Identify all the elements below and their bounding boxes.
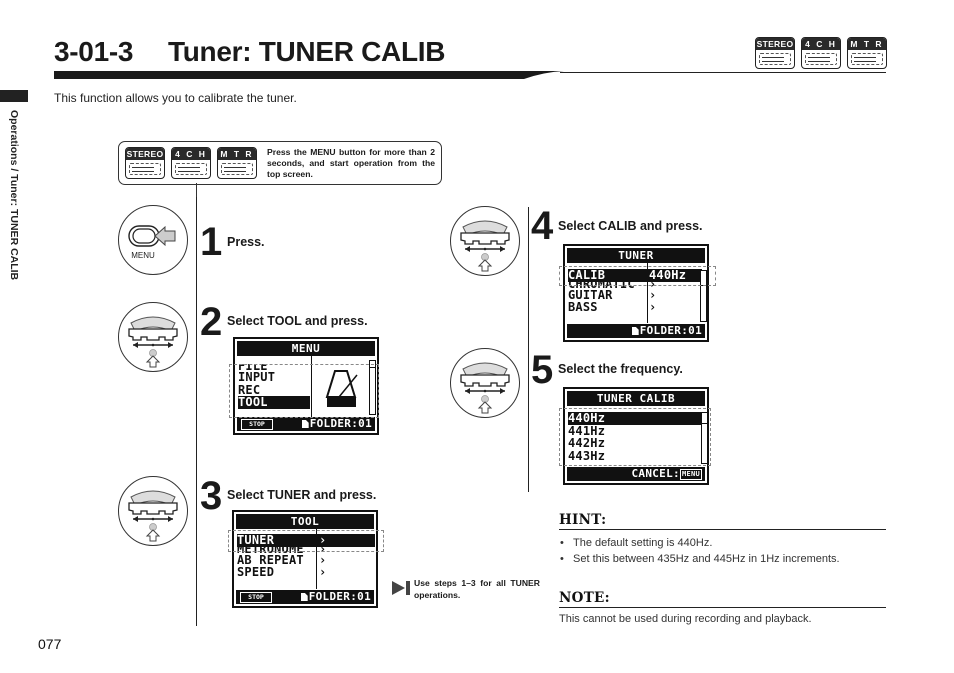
4ch-mode-icon: 4 C H	[801, 37, 841, 69]
page-title: 3-01-3 Tuner: TUNER CALIB	[54, 36, 445, 68]
right-column-divider	[528, 207, 529, 492]
selection-frame	[229, 364, 379, 418]
step-4-label: Select CALIB and press.	[558, 219, 703, 233]
lcd-row: SPEED ›	[237, 565, 327, 580]
stereo-mode-icon: STEREO	[755, 37, 795, 69]
step-5-label: Select the frequency.	[558, 362, 683, 376]
folder-icon	[301, 420, 309, 428]
menu-button-icon: MENU	[118, 205, 188, 275]
stereo-mode-icon: STEREO	[125, 147, 165, 179]
stop-key-icon: STOP	[240, 592, 272, 603]
selection-frame	[559, 266, 716, 286]
step-1-number: 1	[200, 220, 222, 264]
section-title: Tuner: TUNER CALIB	[168, 36, 446, 67]
selection-frame	[559, 408, 711, 466]
hint-rule	[559, 529, 886, 530]
note-rule	[559, 607, 886, 608]
title-underline-bar	[54, 71, 564, 79]
mtr-mode-icon: M T R	[847, 37, 887, 69]
header-mode-badges: STEREO 4 C H M T R	[755, 37, 887, 69]
svg-text:MENU: MENU	[131, 251, 155, 260]
note-body: This cannot be used during recording and…	[559, 613, 812, 625]
callout-text: Press the MENU button for more than 2 se…	[267, 147, 435, 179]
folder-icon	[300, 593, 308, 601]
step-3-label: Select TUNER and press.	[227, 488, 377, 502]
lcd-row: BASS ›	[568, 300, 657, 315]
callout-mode-badges: STEREO 4 C H M T R	[125, 147, 257, 179]
menu-key-icon: MENU	[679, 469, 702, 480]
steps-note: Use steps 1–3 for all TUNER operations.	[414, 578, 540, 600]
mtr-mode-icon: M T R	[217, 147, 257, 179]
stop-key-icon: STOP	[241, 419, 273, 430]
hint-item: The default setting is 440Hz.	[560, 535, 840, 551]
play-skip-arrow-icon	[392, 581, 410, 595]
hint-item: Set this between 435Hz and 445Hz in 1Hz …	[560, 551, 840, 567]
side-tab-marker	[0, 90, 28, 102]
selection-frame	[228, 530, 384, 552]
dial-icon	[450, 348, 520, 418]
left-column-divider	[196, 197, 197, 626]
lcd-title: MENU	[237, 341, 375, 356]
page-number: 077	[38, 636, 62, 652]
hint-list: The default setting is 440Hz. Set this b…	[560, 535, 840, 567]
start-callout: STEREO 4 C H M T R Press the MENU button…	[118, 141, 442, 185]
folder-icon	[631, 327, 639, 335]
step-2-number: 2	[200, 300, 222, 344]
side-breadcrumb: Operations / Tuner: TUNER CALIB	[8, 110, 20, 281]
section-number: 3-01-3	[54, 36, 134, 67]
dial-icon	[118, 476, 188, 546]
note-heading: NOTE:	[559, 590, 610, 606]
4ch-mode-icon: 4 C H	[171, 147, 211, 179]
intro-text: This function allows you to calibrate th…	[54, 91, 297, 105]
callout-connector	[196, 183, 197, 197]
step-4-number: 4	[531, 204, 553, 248]
lcd-tool-screen: TOOL TUNER › METRONOME › AB REPEAT › SPEED ›…	[232, 510, 378, 608]
hint-heading: HINT:	[559, 512, 607, 528]
step-2-label: Select TOOL and press.	[227, 314, 368, 328]
step-5-number: 5	[531, 348, 553, 392]
title-rule	[560, 72, 886, 73]
dial-icon	[118, 302, 188, 372]
step-1-label: Press.	[227, 235, 265, 249]
step-3-number: 3	[200, 474, 222, 518]
dial-icon	[450, 206, 520, 276]
lcd-tuner-screen: TUNER CALIB 440Hz CHROMATIC › GUITAR › BASS…	[563, 244, 709, 342]
